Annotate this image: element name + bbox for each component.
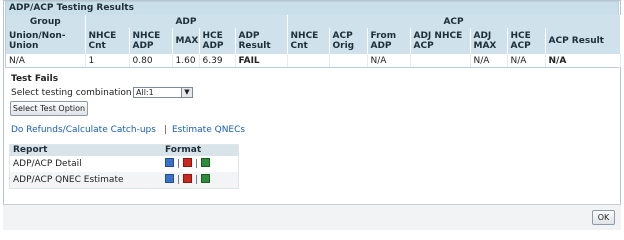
select-test-option-button[interactable]: Select Test Option bbox=[10, 101, 88, 116]
group-header: Group bbox=[6, 15, 86, 28]
table-cell: N/A bbox=[367, 54, 411, 67]
column-header: From ADP bbox=[367, 28, 411, 54]
report-row: ADP/ACP QNEC Estimate | | bbox=[10, 172, 238, 188]
column-header: MAX bbox=[172, 28, 200, 54]
adp-result-cell: FAIL bbox=[235, 54, 288, 67]
format-links: | | bbox=[165, 156, 211, 172]
column-header: Union/Non-Union bbox=[6, 28, 86, 54]
pdf-icon[interactable] bbox=[183, 174, 193, 183]
column-header: ACP Orig bbox=[329, 28, 368, 54]
column-header: NHCE Cnt bbox=[287, 28, 330, 54]
excel-icon[interactable] bbox=[201, 158, 211, 167]
table-cell: N/A bbox=[6, 54, 86, 67]
results-title: ADP/ACP Testing Results bbox=[6, 2, 618, 15]
estimate-qnecs-link[interactable]: Estimate QNECs bbox=[172, 125, 245, 135]
word-doc-icon[interactable] bbox=[165, 158, 174, 167]
report-name: ADP/ACP Detail bbox=[13, 159, 82, 169]
table-cell: 1.60 bbox=[172, 54, 200, 67]
results-table: Group ADP ACP Union/Non-Union NHCE Cnt N… bbox=[6, 15, 621, 67]
acp-result-cell: N/A bbox=[545, 54, 621, 67]
column-header: ADJ MAX bbox=[470, 28, 508, 54]
report-row: ADP/ACP Detail | | bbox=[10, 156, 238, 172]
column-header: ADJ NHCE ACP bbox=[410, 28, 471, 54]
excel-icon[interactable] bbox=[201, 174, 211, 183]
reports-header-row: Report Format bbox=[10, 145, 238, 156]
table-cell: N/A bbox=[507, 54, 546, 67]
column-header: NHCE ADP bbox=[129, 28, 173, 54]
refunds-catchups-link[interactable]: Do Refunds/Calculate Catch-ups bbox=[11, 125, 156, 135]
reports-table: Report Format ADP/ACP Detail | | ADP/ACP … bbox=[9, 144, 239, 189]
table-cell: 1 bbox=[85, 54, 130, 67]
table-cell bbox=[410, 54, 471, 67]
report-name: ADP/ACP QNEC Estimate bbox=[13, 175, 124, 185]
test-fails-heading: Test Fails bbox=[11, 74, 59, 84]
testing-results-panel: ADP/ACP Testing Results Group ADP ACP Un… bbox=[5, 1, 621, 68]
table-cell bbox=[329, 54, 368, 67]
adp-group-header: ADP bbox=[85, 15, 288, 28]
ok-button[interactable]: OK bbox=[592, 210, 615, 225]
chevron-down-icon[interactable]: ▼ bbox=[181, 88, 192, 97]
column-header: HCE ADP bbox=[199, 28, 236, 54]
table-cell: N/A bbox=[470, 54, 508, 67]
column-header: ACP Result bbox=[545, 28, 621, 54]
acp-group-header: ACP bbox=[287, 15, 621, 28]
table-cell: 6.39 bbox=[199, 54, 236, 67]
column-header: ADP Result bbox=[235, 28, 288, 54]
link-separator: | bbox=[164, 125, 168, 135]
format-links: | | bbox=[165, 172, 211, 188]
table-cell: 0.80 bbox=[129, 54, 173, 67]
column-header: HCE ACP bbox=[507, 28, 546, 54]
pdf-icon[interactable] bbox=[183, 158, 193, 167]
dialog-footer bbox=[3, 204, 621, 230]
format-column-header: Format bbox=[165, 145, 202, 155]
select-value: All:1 bbox=[136, 88, 154, 97]
testing-combination-select[interactable]: All:1 ▼ bbox=[133, 87, 193, 98]
word-doc-icon[interactable] bbox=[165, 174, 174, 183]
column-header: NHCE Cnt bbox=[85, 28, 130, 54]
table-row: N/A 1 0.80 1.60 6.39 FAIL N/A N/A N/A N/… bbox=[6, 54, 621, 67]
table-cell bbox=[287, 54, 330, 67]
report-column-header: Report bbox=[13, 145, 48, 155]
